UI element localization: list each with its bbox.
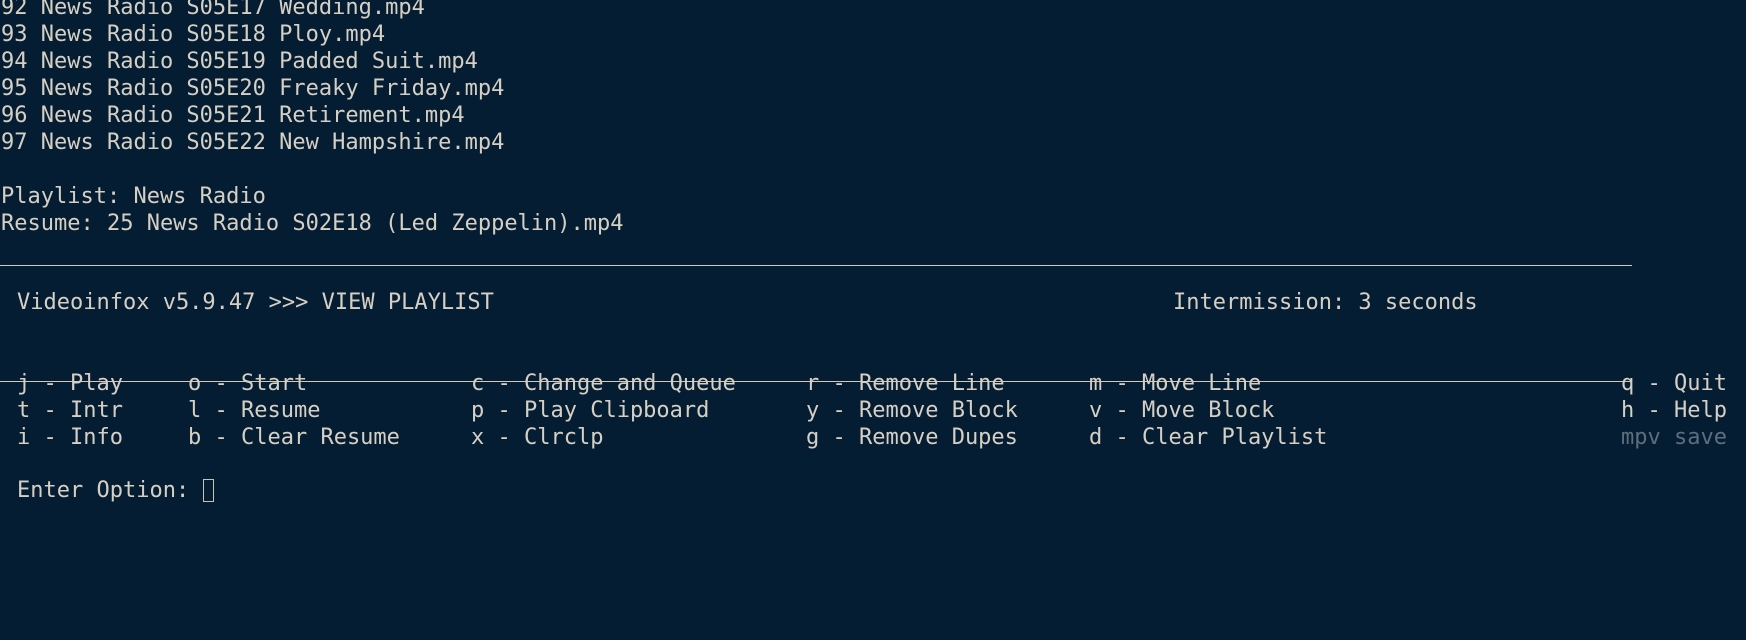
- intermission-status: Intermission: 3 seconds: [1173, 290, 1478, 315]
- menu-option-clrclp[interactable]: x - Clrclp: [471, 424, 603, 451]
- current-playlist-label: Playlist: News Radio: [1, 184, 266, 209]
- resume-position-label: Resume: 25 News Radio S02E18 (Led Zeppel…: [1, 211, 624, 236]
- menu-option-remove-line[interactable]: r - Remove Line: [806, 370, 1005, 397]
- menu-option-play-clipboard[interactable]: p - Play Clipboard: [471, 397, 709, 424]
- playlist-listing: 92 News Radio S05E17 Wedding.mp4 93 News…: [0, 0, 1746, 237]
- menu-option-clear-playlist[interactable]: d - Clear Playlist: [1089, 424, 1327, 451]
- divider-top: [0, 265, 1632, 266]
- menu-option-move-line[interactable]: m - Move Line: [1089, 370, 1261, 397]
- playlist-item: 94 News Radio S05E19 Padded Suit.mp4: [1, 49, 478, 74]
- menu-option-intr[interactable]: t - Intr: [17, 397, 123, 424]
- app-version-title: Videoinfox v5.9.47 >>> VIEW PLAYLIST: [17, 290, 494, 315]
- status-bar: Videoinfox v5.9.47 >>> VIEW PLAYLIST Int…: [0, 289, 1746, 316]
- command-menu-row: i - Info b - Clear Resume x - Clrclp g -…: [0, 424, 1746, 451]
- option-prompt[interactable]: Enter Option:: [17, 477, 215, 504]
- terminal-screen: 92 News Radio S05E17 Wedding.mp4 93 News…: [0, 0, 1746, 568]
- menu-option-info[interactable]: i - Info: [17, 424, 123, 451]
- menu-option-change-and-queue[interactable]: c - Change and Queue: [471, 370, 736, 397]
- command-menu: j - Play o - Start c - Change and Queue …: [0, 370, 1746, 451]
- command-menu-row: t - Intr l - Resume p - Play Clipboard y…: [0, 397, 1746, 424]
- menu-option-clear-resume[interactable]: b - Clear Resume: [188, 424, 400, 451]
- playlist-item: 95 News Radio S05E20 Freaky Friday.mp4: [1, 76, 505, 101]
- menu-status-mpv-save: mpv save: [1621, 425, 1727, 450]
- menu-option-resume[interactable]: l - Resume: [188, 397, 320, 424]
- menu-option-move-block[interactable]: v - Move Block: [1089, 397, 1274, 424]
- menu-option-start[interactable]: o - Start: [188, 370, 307, 397]
- text-cursor: [203, 479, 215, 502]
- option-prompt-label: Enter Option:: [17, 478, 203, 503]
- menu-option-quit[interactable]: q - Quit: [1621, 370, 1727, 397]
- menu-option-play[interactable]: j - Play: [17, 370, 123, 397]
- playlist-meta: Playlist: News Radio Resume: 25 News Rad…: [0, 183, 1746, 237]
- menu-option-help[interactable]: h - Help: [1621, 397, 1727, 424]
- command-menu-row: j - Play o - Start c - Change and Queue …: [0, 370, 1746, 397]
- playlist-item: 92 News Radio S05E17 Wedding.mp4: [1, 0, 425, 20]
- menu-option-remove-block[interactable]: y - Remove Block: [806, 397, 1018, 424]
- playlist-item: 97 News Radio S05E22 New Hampshire.mp4: [1, 130, 505, 155]
- playlist-item: 96 News Radio S05E21 Retirement.mp4: [1, 103, 465, 128]
- menu-option-remove-dupes[interactable]: g - Remove Dupes: [806, 424, 1018, 451]
- playlist-item: 93 News Radio S05E18 Ploy.mp4: [1, 22, 386, 47]
